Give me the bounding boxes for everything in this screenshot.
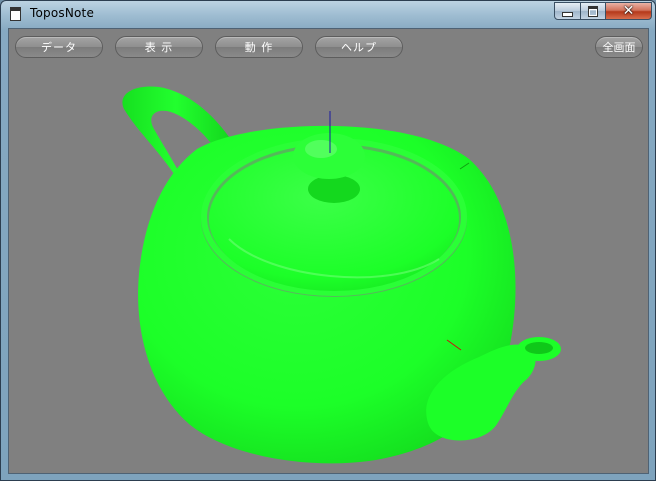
- lid-knob-base: [308, 175, 360, 203]
- close-button[interactable]: ✕: [605, 2, 652, 20]
- close-icon: ✕: [622, 3, 635, 19]
- help-menu-button[interactable]: ヘルプ: [315, 36, 403, 58]
- maximize-icon: [588, 5, 598, 17]
- data-menu-button[interactable]: データ: [15, 36, 103, 58]
- app-window: ToposNote ✕ データ 表 示 動 作 ヘルプ 全画面: [0, 0, 656, 481]
- window-title: ToposNote: [30, 6, 95, 20]
- app-icon[interactable]: [10, 7, 21, 21]
- minimize-button[interactable]: [554, 2, 581, 20]
- knob-highlight: [305, 140, 337, 158]
- minimize-icon: [562, 11, 573, 17]
- title-bar[interactable]: ToposNote ✕: [1, 1, 655, 27]
- maximize-button[interactable]: [580, 2, 606, 20]
- 3d-viewport[interactable]: [9, 29, 648, 473]
- view-menu-button[interactable]: 表 示: [115, 36, 203, 58]
- client-area: データ 表 示 動 作 ヘルプ 全画面: [8, 28, 649, 474]
- action-menu-button[interactable]: 動 作: [215, 36, 303, 58]
- fullscreen-button[interactable]: 全画面: [595, 36, 643, 58]
- spout-opening: [525, 342, 553, 354]
- teapot-model: [122, 86, 561, 464]
